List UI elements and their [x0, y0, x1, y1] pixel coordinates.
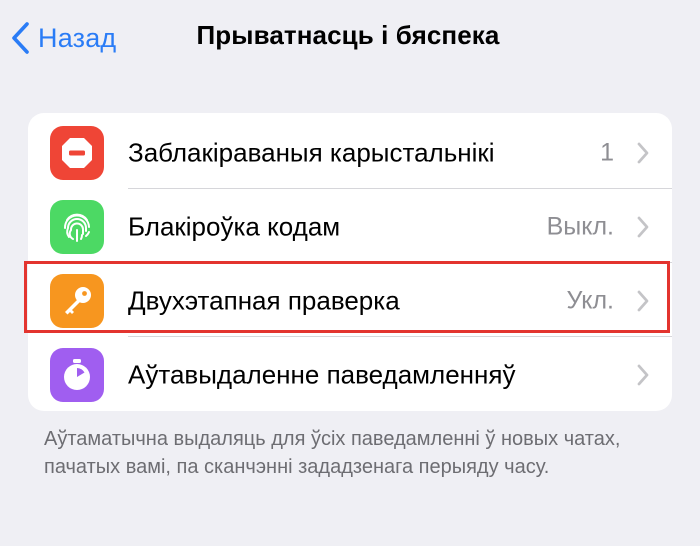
row-label: Блакіроўка кодам [128, 211, 341, 242]
chevron-right-icon [636, 215, 650, 244]
row-label: Аўтавыдаленне паведамленняў [128, 359, 516, 390]
row-value: 1 [600, 138, 614, 167]
footer-note: Аўтаматычна выдаляць для ўсіх паведамлен… [44, 428, 621, 478]
row-value: Укл. [566, 286, 614, 315]
chevron-right-icon [636, 363, 650, 392]
auto-delete-messages-row[interactable]: Аўтавыдаленне паведамленняў [28, 337, 672, 413]
key-icon [50, 274, 104, 328]
passcode-lock-row[interactable]: Блакіроўка кодам Выкл. [28, 189, 672, 265]
two-step-verification-row[interactable]: Двухэтапная праверка Укл. [28, 263, 672, 339]
fingerprint-icon [50, 200, 104, 254]
chevron-right-icon [636, 141, 650, 170]
chevron-right-icon [636, 289, 650, 318]
timer-icon [50, 348, 104, 402]
settings-list: Заблакіраваныя карыстальнікі 1 Блакіроўк… [28, 113, 672, 411]
row-label: Заблакіраваныя карыстальнікі [128, 137, 495, 168]
row-value: Выкл. [546, 212, 614, 241]
page-title: Прыватнасць і бяспека [196, 20, 500, 50]
no-entry-icon [50, 126, 104, 180]
blocked-users-row[interactable]: Заблакіраваныя карыстальнікі 1 [28, 115, 672, 191]
row-label: Двухэтапная праверка [128, 285, 400, 316]
navigation-bar: Назад Прыватнасць і бяспека [0, 0, 700, 80]
